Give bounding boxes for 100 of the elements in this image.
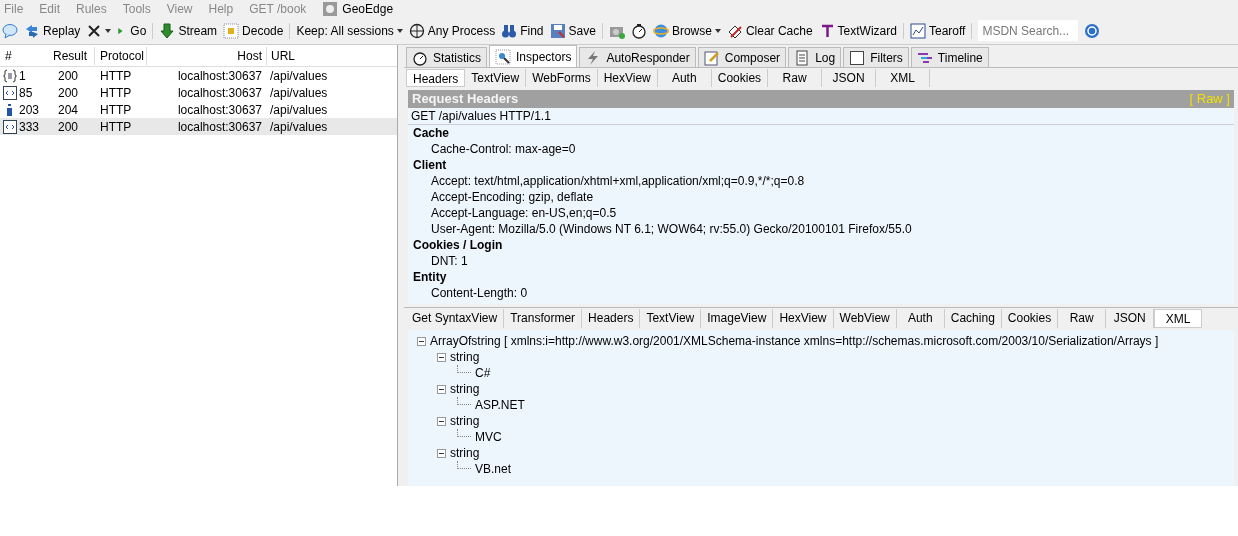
magnifier-icon — [495, 48, 511, 65]
tree-node-label[interactable]: C# — [475, 364, 491, 382]
request-view-tab[interactable]: Auth — [657, 68, 712, 87]
header-group-title: Client — [412, 157, 448, 173]
column-header[interactable]: Host — [146, 46, 266, 65]
response-view-tab[interactable]: Cookies — [1001, 308, 1059, 328]
request-view-tab[interactable]: TextView — [465, 68, 527, 87]
tree-node-label[interactable]: string — [450, 380, 480, 398]
toolbar-button[interactable]: Save — [549, 21, 596, 40]
inspector-tab[interactable]: Filters — [843, 47, 909, 67]
expander-icon[interactable] — [437, 352, 446, 362]
response-view-tab[interactable]: WebView — [833, 308, 897, 328]
protocol-cell-text: HTTP — [99, 118, 133, 136]
result-code: 204 — [57, 101, 80, 119]
pencil-icon — [703, 49, 720, 66]
tree-node-label[interactable]: VB.net — [475, 460, 512, 478]
inspector-tab[interactable]: Timeline — [910, 47, 989, 67]
tree-node-label[interactable]: ArrayOfstring [ xmlns:i=http://www.w3.org/2001/XMLSchema-instance xmlns=http://schemas.microsoft.com/2003/10/Serialization/Arrays ] — [430, 332, 1159, 350]
response-view-tab[interactable]: Raw — [1058, 308, 1107, 328]
toolbar-button[interactable]: Clear Cache — [726, 21, 813, 40]
result-code: 200 — [57, 84, 80, 102]
dropdown-caret-icon[interactable] — [105, 28, 112, 33]
toolbar-button[interactable]: Keep: All sessions — [296, 21, 394, 40]
column-header[interactable]: # — [0, 46, 48, 65]
tree-node-label[interactable]: MVC — [475, 428, 502, 446]
stopwatch-icon — [412, 49, 428, 66]
toolbar-button[interactable]: Tearoff — [909, 21, 966, 40]
column-header[interactable]: URL — [266, 46, 397, 65]
toolbar-button[interactable]: Go — [117, 21, 147, 40]
toolbar-button[interactable]: Replay — [24, 21, 81, 40]
session-row[interactable]: 203 204 HTTP localhost:30637 /api/values — [0, 101, 397, 118]
session-number: 1 — [19, 67, 26, 85]
header-line: Accept-Language: en-US,en;q=0.5 — [430, 205, 618, 221]
toolbar-button[interactable]: Decode — [223, 21, 284, 40]
session-row[interactable]: 1 200 HTTP localhost:30637 /api/values — [0, 67, 397, 84]
toolbar-button[interactable]: Any Process — [408, 21, 496, 40]
expander-icon[interactable] — [437, 416, 446, 426]
response-view-tab[interactable]: Transformer — [504, 308, 583, 328]
dropdown-caret-icon[interactable] — [396, 28, 403, 33]
response-view-tab[interactable]: Get SyntaxView — [406, 308, 505, 328]
tree-node-label[interactable]: ASP.NET — [475, 396, 525, 414]
expander-icon[interactable] — [437, 384, 446, 394]
header-group-title: Entity — [412, 269, 448, 285]
inspector-tab[interactable]: Statistics — [406, 47, 487, 67]
speech-bubble-icon — [2, 22, 18, 39]
response-view-tab[interactable]: XML — [1154, 308, 1203, 328]
inspector-tab[interactable]: Log — [788, 47, 842, 67]
inspector-tab[interactable]: Composer — [697, 47, 787, 67]
session-number: 203 — [19, 101, 40, 119]
help-icon — [1084, 22, 1101, 39]
response-view-tab[interactable]: TextView — [640, 308, 702, 328]
expander-icon[interactable] — [417, 336, 426, 346]
crosshair-icon — [408, 22, 425, 39]
dropdown-caret-icon[interactable] — [714, 28, 721, 33]
tree-node-label[interactable]: string — [450, 412, 480, 430]
header-line: Accept: text/html,application/xhtml+xml,application/xml;q=0.9,*/*;q=0.8 — [430, 173, 806, 189]
inspector-tab[interactable]: AutoResponder — [579, 47, 696, 67]
response-view-tab[interactable]: Headers — [582, 308, 641, 328]
expander-icon[interactable] — [437, 448, 446, 458]
search-field[interactable]: MSDN Search... — [978, 20, 1079, 41]
toolbar-button[interactable]: Stream — [159, 21, 218, 40]
xml-file-icon — [3, 85, 17, 100]
request-view-tab[interactable]: XML — [876, 68, 931, 87]
host-cell-text: localhost:30637 — [176, 101, 263, 119]
toolbar-button[interactable]: TextWizard — [818, 21, 897, 40]
tree-node-label[interactable]: string — [450, 348, 480, 366]
response-view-tab[interactable]: Caching — [944, 308, 1002, 328]
session-row[interactable]: 85 200 HTTP localhost:30637 /api/values — [0, 84, 397, 101]
section-title: Request Headers — [412, 90, 519, 109]
request-view-tab[interactable]: Cookies — [711, 68, 769, 87]
header-line: Cache-Control: max-age=0 — [430, 141, 577, 157]
toolbar-button[interactable] — [630, 22, 647, 39]
request-view-tab[interactable]: Raw — [768, 68, 823, 87]
response-view-tab[interactable]: ImageView — [701, 308, 774, 328]
request-view-tab[interactable]: Headers — [406, 68, 466, 87]
arrows-icon — [24, 22, 40, 39]
column-header[interactable]: Protocol — [94, 46, 146, 65]
column-header[interactable]: Result — [48, 46, 94, 65]
grid-icon — [223, 22, 240, 39]
tree-node-label[interactable]: string — [450, 444, 480, 462]
response-view-tab[interactable]: Auth — [896, 308, 945, 328]
url-cell-text: /api/values — [269, 67, 329, 85]
result-code: 200 — [57, 67, 80, 85]
request-view-tab[interactable]: WebForms — [526, 68, 598, 87]
request-view-tab[interactable]: HexView — [597, 68, 658, 87]
toolbar-button[interactable]: Find — [501, 21, 544, 40]
header-group-title: Cookies / Login — [412, 237, 504, 253]
xml-file-icon — [3, 119, 17, 134]
protocol-cell-text: HTTP — [99, 84, 133, 102]
toolbar-button[interactable]: Browse — [652, 21, 712, 40]
header-line: DNT: 1 — [430, 253, 469, 269]
menu-item[interactable]: GeoEdge — [342, 0, 394, 18]
inspector-tab[interactable]: Inspectors — [489, 45, 578, 67]
document-icon — [794, 49, 811, 66]
session-row[interactable]: 333 200 HTTP localhost:30637 /api/values — [0, 118, 397, 135]
host-cell-text: localhost:30637 — [176, 84, 263, 102]
toolbar-button[interactable] — [86, 22, 103, 39]
header-group-title: Cache — [412, 125, 451, 141]
request-view-tab[interactable]: JSON — [822, 68, 877, 87]
response-view-tab[interactable]: HexView — [773, 308, 834, 328]
